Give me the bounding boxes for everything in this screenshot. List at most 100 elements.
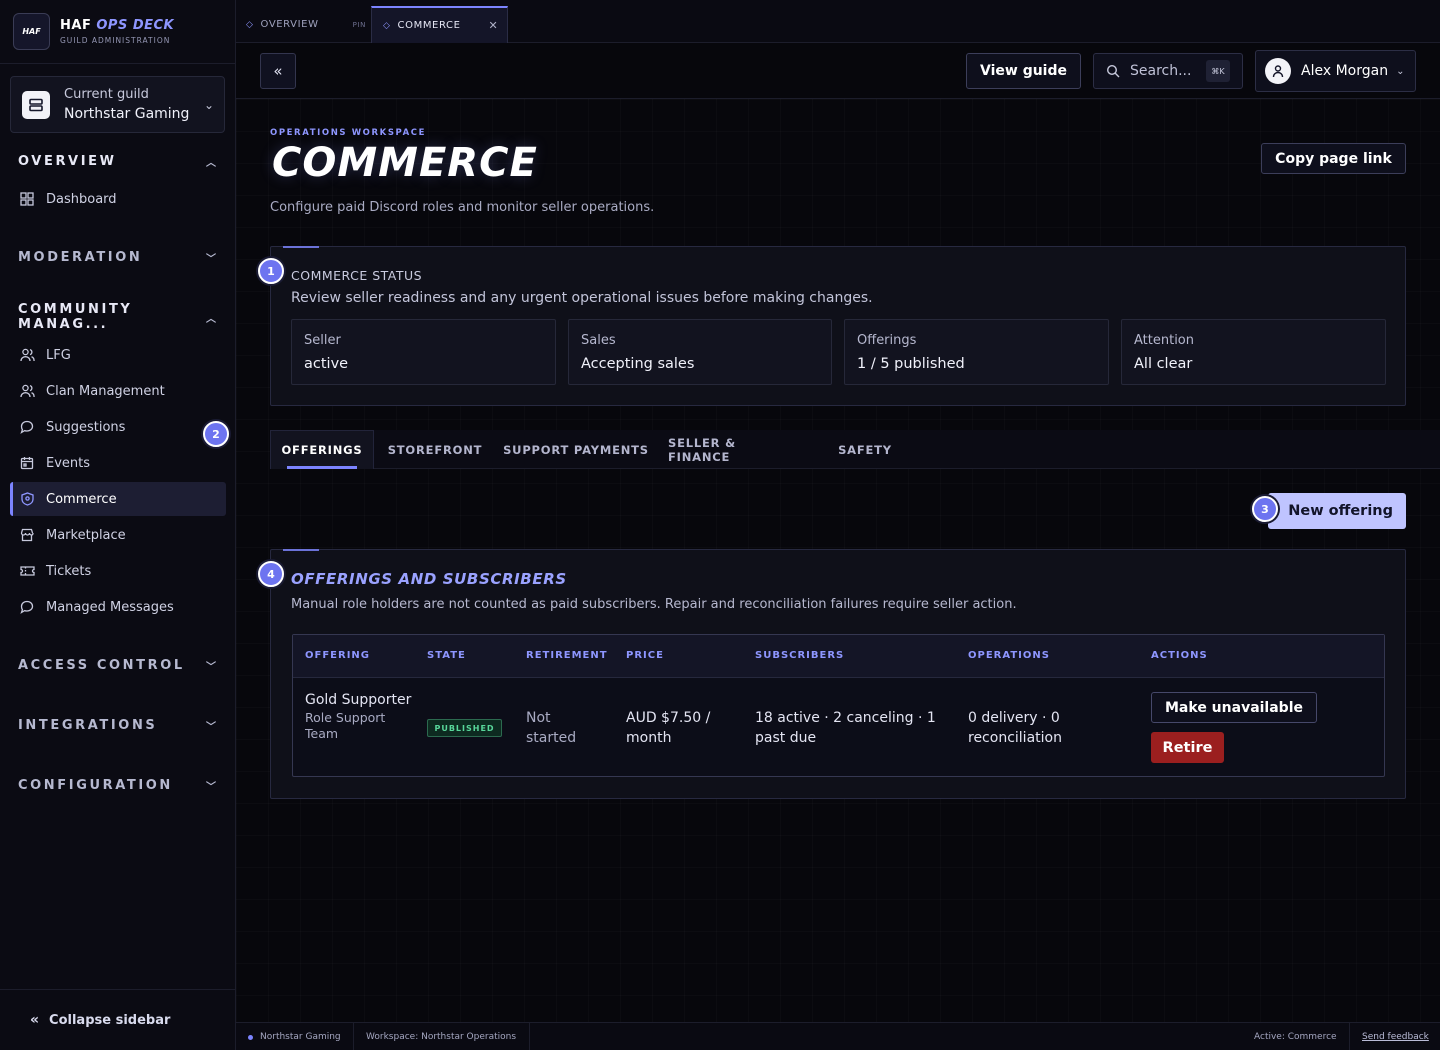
commerce-status-panel: COMMERCE STATUS Review seller readiness … bbox=[270, 246, 1406, 406]
column-header-actions: ACTIONS bbox=[1151, 650, 1208, 661]
calendar-icon bbox=[18, 454, 36, 472]
guide-step-badge[interactable]: 4 bbox=[258, 561, 284, 587]
chevron-up-icon: ︿ bbox=[206, 313, 216, 325]
offering-role: Role Support Team bbox=[305, 710, 386, 741]
view-guide-button[interactable]: View guide bbox=[966, 53, 1081, 89]
users-icon bbox=[18, 382, 36, 400]
stat-card-attention: Attention All clear bbox=[1121, 319, 1386, 385]
sidebar-item-label: Events bbox=[46, 455, 91, 471]
sidebar-item-tickets[interactable]: Tickets bbox=[10, 554, 226, 588]
nav-section-integrations[interactable]: INTEGRATIONS ﹀ bbox=[18, 715, 218, 735]
stat-card-seller: Seller active bbox=[291, 319, 556, 385]
sidebar-item-clan-management[interactable]: Clan Management bbox=[10, 374, 226, 408]
offering-name-cell: Gold Supporter Role Support Team bbox=[305, 690, 415, 742]
collapse-panel-button[interactable]: « bbox=[260, 53, 296, 89]
sidebar-item-label: Commerce bbox=[46, 491, 117, 507]
chevron-down-icon: ﹀ bbox=[206, 781, 216, 793]
guide-step-badge[interactable]: 3 bbox=[1252, 496, 1278, 522]
offerings-description: Manual role holders are not counted as p… bbox=[291, 597, 1017, 612]
section-tabs: OFFERINGS STOREFRONT SUPPORT PAYMENTS SE… bbox=[270, 430, 1440, 469]
retire-button[interactable]: Retire bbox=[1151, 732, 1224, 763]
tab-support-payments[interactable]: SUPPORT PAYMENTS bbox=[502, 430, 650, 469]
copy-page-link-button[interactable]: Copy page link bbox=[1261, 143, 1406, 174]
sidebar-item-suggestions[interactable]: Suggestions bbox=[10, 410, 226, 444]
chat-bubble-icon bbox=[18, 598, 36, 616]
sidebar-item-label: Tickets bbox=[46, 563, 92, 579]
guild-selector[interactable]: Current guild Northstar Gaming ⌄ bbox=[10, 76, 225, 133]
sidebar-item-managed-messages[interactable]: Managed Messages bbox=[10, 590, 226, 624]
offerings-title: OFFERINGS AND SUBSCRIBERS bbox=[291, 570, 567, 588]
search-placeholder: Search... bbox=[1130, 63, 1192, 79]
page-title: COMMERCE bbox=[272, 140, 538, 186]
sidebar-item-lfg[interactable]: LFG bbox=[10, 338, 226, 372]
nav-section-community[interactable]: COMMUNITY MANAG... ︿ bbox=[18, 302, 218, 332]
tab-label: OVERVIEW bbox=[260, 19, 319, 30]
tab-safety[interactable]: SAFETY bbox=[830, 430, 900, 469]
price-cell: AUD $7.50 / month bbox=[626, 710, 711, 746]
pin-tab-button[interactable]: PIN bbox=[353, 21, 366, 29]
column-header-operations: OPERATIONS bbox=[968, 650, 1050, 661]
sidebar: HAF HAF OPS DECK GUILD ADMINISTRATION Cu… bbox=[0, 0, 236, 1050]
operations-cell: 0 delivery · 0 reconciliation bbox=[968, 710, 1062, 746]
chevron-down-icon: ﹀ bbox=[206, 661, 216, 673]
diamond-icon: ◇ bbox=[383, 20, 391, 31]
chevron-down-icon: ﹀ bbox=[206, 253, 216, 265]
sidebar-item-events[interactable]: Events bbox=[10, 446, 226, 480]
sidebar-item-commerce[interactable]: Commerce bbox=[10, 482, 226, 516]
nav-section-overview[interactable]: OVERVIEW ︿ bbox=[18, 151, 218, 171]
status-title: COMMERCE STATUS bbox=[291, 268, 423, 283]
footer-guild: Northstar Gaming bbox=[248, 1023, 341, 1050]
column-header-subscribers: SUBSCRIBERS bbox=[755, 650, 845, 661]
tab-commerce[interactable]: ◇ COMMERCE ✕ bbox=[371, 6, 508, 43]
new-offering-button[interactable]: New offering bbox=[1268, 493, 1406, 529]
chevron-down-icon: ⌄ bbox=[1396, 65, 1405, 77]
store-icon bbox=[18, 526, 36, 544]
offering-name: Gold Supporter bbox=[305, 692, 412, 708]
nav-section-access-control[interactable]: ACCESS CONTROL ﹀ bbox=[18, 655, 218, 675]
make-unavailable-button[interactable]: Make unavailable bbox=[1151, 692, 1317, 723]
sidebar-item-label: Managed Messages bbox=[46, 599, 174, 615]
offerings-table: OFFERING STATE RETIREMENT PRICE SUBSCRIB… bbox=[292, 634, 1385, 777]
column-header-state: STATE bbox=[427, 650, 466, 661]
tab-storefront[interactable]: STOREFRONT bbox=[382, 430, 488, 469]
brand-logo: HAF bbox=[13, 13, 50, 50]
status-badge: PUBLISHED bbox=[427, 719, 502, 737]
retirement-cell: Not started bbox=[526, 710, 577, 746]
column-header-retirement: RETIREMENT bbox=[526, 650, 608, 661]
tab-seller-finance[interactable]: SELLER & FINANCE bbox=[668, 430, 800, 469]
collapse-sidebar-button[interactable]: « Collapse sidebar bbox=[0, 989, 235, 1050]
nav-section-moderation[interactable]: MODERATION ﹀ bbox=[18, 247, 218, 267]
sidebar-item-marketplace[interactable]: Marketplace bbox=[10, 518, 226, 552]
shield-icon bbox=[18, 490, 36, 508]
brand-subtitle: GUILD ADMINISTRATION bbox=[60, 36, 171, 45]
column-header-offering: OFFERING bbox=[305, 650, 370, 661]
search-input[interactable]: Search... ⌘K bbox=[1093, 53, 1243, 89]
guide-step-badge[interactable]: 1 bbox=[258, 258, 284, 284]
tab-overview[interactable]: ◇ OVERVIEW PIN bbox=[246, 6, 371, 43]
subscribers-cell: 18 active · 2 canceling · 1 past due bbox=[755, 710, 936, 746]
brand-title: HAF OPS DECK bbox=[60, 18, 175, 33]
send-feedback-link[interactable]: Send feedback bbox=[1362, 1023, 1429, 1050]
chat-bubble-icon bbox=[18, 418, 36, 436]
search-icon bbox=[1106, 64, 1120, 78]
tab-offerings[interactable]: OFFERINGS bbox=[270, 430, 374, 469]
top-header: « View guide Search... ⌘K Alex Morgan ⌄ bbox=[236, 43, 1440, 99]
nav-section-configuration[interactable]: CONFIGURATION ﹀ bbox=[18, 775, 218, 795]
status-description: Review seller readiness and any urgent o… bbox=[291, 290, 873, 306]
sidebar-item-label: LFG bbox=[46, 347, 71, 363]
user-name: Alex Morgan bbox=[1301, 63, 1389, 79]
user-menu[interactable]: Alex Morgan ⌄ bbox=[1255, 50, 1416, 92]
guild-name: Northstar Gaming bbox=[64, 106, 190, 122]
collapse-sidebar-label: Collapse sidebar bbox=[49, 1012, 171, 1028]
double-chevron-left-icon: « bbox=[30, 1012, 40, 1028]
status-footer: Northstar Gaming Workspace: Northstar Op… bbox=[236, 1022, 1440, 1050]
footer-active: Active: Commerce bbox=[1254, 1032, 1337, 1042]
status-dot-icon bbox=[248, 1034, 253, 1040]
page-description: Configure paid Discord roles and monitor… bbox=[270, 200, 655, 215]
sidebar-item-dashboard[interactable]: Dashboard bbox=[10, 182, 226, 216]
guide-step-badge[interactable]: 2 bbox=[203, 421, 229, 447]
stat-card-offerings: Offerings 1 / 5 published bbox=[844, 319, 1109, 385]
sidebar-item-label: Marketplace bbox=[46, 527, 126, 543]
close-icon[interactable]: ✕ bbox=[489, 19, 499, 32]
guild-label: Current guild bbox=[64, 87, 149, 102]
